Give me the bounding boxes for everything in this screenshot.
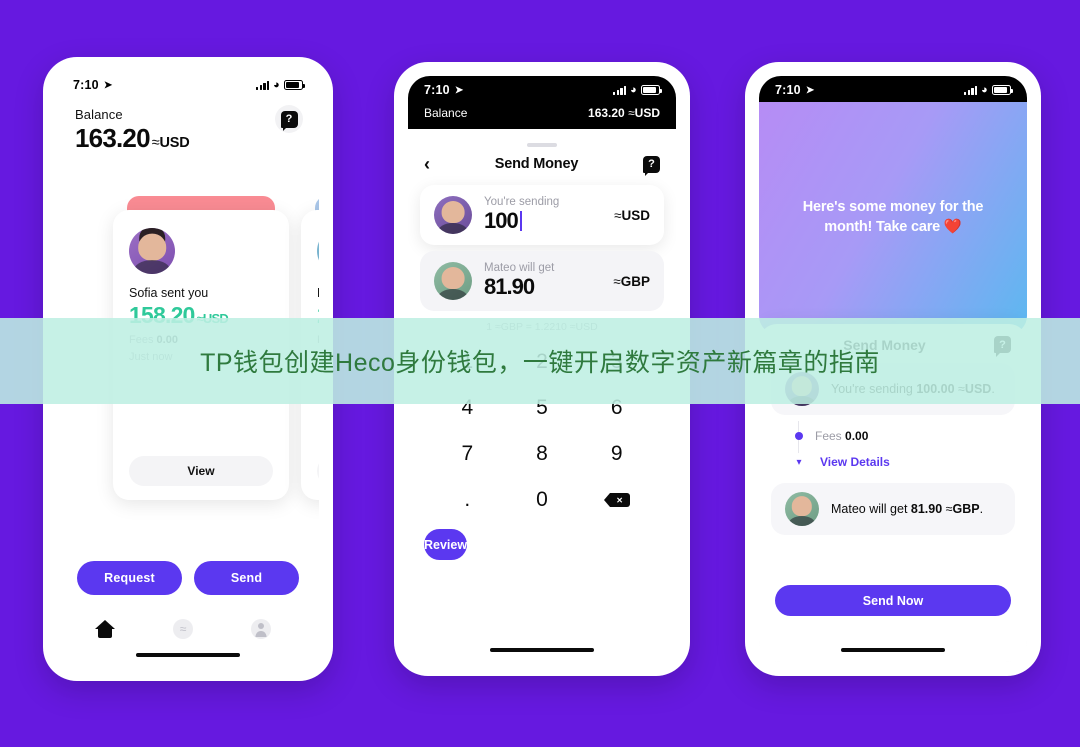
battery-icon [641, 85, 662, 95]
key-9[interactable]: 9 [579, 431, 654, 477]
home-indicator [490, 648, 594, 652]
wave-icon: ≈ [173, 619, 193, 639]
bullet-icon [795, 432, 803, 440]
key-backspace[interactable]: ✕ [579, 477, 654, 523]
balance-section: Balance 163.20 ≈USD ? [57, 97, 319, 154]
receiving-label: Mateo will get [484, 262, 555, 274]
receiving-amount-card: Mateo will get 81.90 ≈GBP [420, 251, 664, 311]
view-details-link[interactable]: View Details [820, 455, 890, 469]
home-icon [95, 620, 114, 638]
balance-amount: 163.20 [75, 123, 151, 153]
status-bar: 7:10 ➤ ◕ [759, 76, 1027, 102]
nav-item-wallet[interactable]: ≈ [154, 619, 213, 639]
fee-details: Fees 0.00 ▾ View Details [759, 415, 1027, 475]
view-button[interactable] [317, 456, 319, 486]
text-cursor [519, 211, 522, 231]
key-decimal[interactable]: . [430, 477, 505, 523]
status-bar: 7:10 ➤ ◕ [57, 71, 319, 97]
receiving-summary-row: Mateo will get 81.90 ≈GBP. [771, 483, 1015, 535]
help-icon: ? [643, 155, 660, 176]
battery-icon [284, 80, 305, 90]
sending-amount-row: 100 [484, 208, 602, 234]
status-time: 7:10 [775, 83, 801, 97]
wifi-icon: ◕ [630, 83, 637, 96]
overlay-banner: TP钱包创建Heco身份钱包，一键开启数字资产新篇章的指南 [0, 318, 1080, 404]
status-bar: 7:10 ➤ ◕ [408, 76, 676, 102]
key-0[interactable]: 0 [505, 477, 580, 523]
location-arrow-icon: ➤ [103, 79, 113, 91]
status-time: 7:10 [424, 83, 450, 97]
status-time: 7:10 [73, 78, 99, 92]
receiving-currency: ≈GBP [613, 273, 650, 289]
nav-item-profile[interactable] [212, 619, 281, 639]
send-now-button[interactable]: Send Now [775, 585, 1011, 616]
nav-item-home[interactable] [95, 620, 154, 638]
view-button[interactable]: View [129, 456, 273, 486]
balance-label: Balance [424, 106, 468, 120]
cellular-bars-icon [964, 85, 978, 95]
help-button[interactable]: ? [643, 155, 660, 176]
bottom-navigation: ≈ [57, 619, 319, 639]
balance-bar: Balance 163.20 ≈USD [408, 102, 676, 129]
fees-text: Fees 0.00 [815, 429, 869, 443]
cellular-bars-icon [613, 85, 627, 95]
sender-name: Dan [317, 286, 319, 300]
help-button[interactable]: ? [275, 105, 303, 133]
balance-currency: ≈USD [151, 135, 190, 151]
sender-name: Sofia sent you [129, 286, 209, 300]
battery-icon [992, 85, 1013, 95]
chevron-down-icon: ▾ [790, 453, 808, 471]
avatar [434, 196, 472, 234]
receiving-amount: 81.90 [484, 274, 535, 299]
balance-amount: 163.20 ≈USD [588, 106, 660, 120]
person-icon [251, 619, 272, 639]
overlay-title: TP钱包创建Heco身份钱包，一键开启数字资产新篇章的指南 [200, 349, 880, 377]
sending-label: You're sending [484, 196, 560, 208]
receiving-summary-text: Mateo will get 81.90 ≈GBP. [831, 502, 984, 516]
page-title: Send Money [494, 156, 579, 172]
home-indicator [841, 648, 945, 652]
key-8[interactable]: 8 [505, 431, 580, 477]
sending-amount-card[interactable]: You're sending 100 ≈USD [420, 185, 664, 245]
screenshot-root: 7:10 ➤ ◕ Balance 163.20 ≈USD ? Sofia sen… [0, 0, 1080, 747]
view-details-row[interactable]: ▾ View Details [787, 449, 1027, 475]
balance-label: Balance [75, 107, 123, 122]
fees-row: Fees 0.00 [787, 423, 1027, 449]
wifi-icon: ◕ [981, 83, 988, 96]
review-button[interactable]: Review [424, 529, 468, 560]
balance-amount-row: 163.20 ≈USD [75, 123, 301, 154]
avatar [434, 262, 472, 300]
cellular-bars-icon [256, 80, 270, 90]
backspace-icon: ✕ [603, 493, 630, 507]
message-text: Here's some money for the month! Take ca… [802, 199, 984, 235]
chevron-left-icon[interactable]: ‹ [424, 155, 430, 173]
avatar [129, 228, 175, 274]
wifi-icon: ◕ [273, 78, 280, 91]
sheet-header: ‹ Send Money ? [408, 147, 676, 177]
request-button[interactable]: Request [77, 561, 182, 595]
send-button[interactable]: Send [194, 561, 299, 595]
avatar [317, 228, 319, 274]
home-indicator [136, 653, 240, 657]
sending-amount: 100 [484, 208, 519, 233]
primary-actions: Request Send [57, 561, 319, 595]
avatar [785, 492, 819, 526]
location-arrow-icon: ➤ [454, 84, 464, 96]
location-arrow-icon: ➤ [805, 84, 815, 96]
key-7[interactable]: 7 [430, 431, 505, 477]
help-icon: ? [280, 110, 298, 131]
sending-currency: ≈USD [614, 207, 650, 223]
message-card: Here's some money for the month! Take ca… [759, 102, 1027, 334]
